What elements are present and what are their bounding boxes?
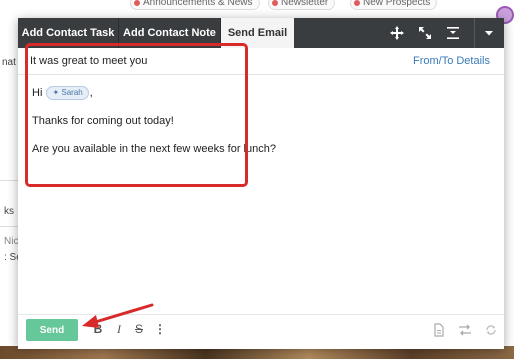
greeting-suffix: , [89,87,93,99]
collapse-icon[interactable] [445,25,461,41]
tab-add-contact-task[interactable]: Add Contact Task [18,18,119,48]
bold-button[interactable]: B [92,322,104,336]
body-line-thanks: Thanks for coming out today! [32,115,174,127]
chevron-down-icon[interactable] [481,25,497,41]
bg-fragment: nat [2,57,16,68]
bg-chip-new-prospects: New Prospects [350,0,438,10]
more-options-icon[interactable]: ⋮ [154,322,166,336]
italic-button[interactable]: I [113,322,125,337]
subject-input[interactable] [30,53,330,69]
bg-fragment: ks [4,206,14,217]
tab-bar: Add Contact Task Add Contact Note Send E… [18,18,504,48]
editor-footer: Send B I S ⋮ [18,314,504,349]
bg-chip-newsletter: Newsletter [268,0,336,10]
email-body[interactable]: Hi ✦ Sarah, Thanks for coming out today!… [32,86,452,156]
swap-icon[interactable] [458,323,472,337]
from-to-details-link[interactable]: From/To Details [413,55,490,67]
bg-divider [0,180,18,181]
refresh-icon[interactable] [484,323,498,337]
greeting-line: Hi ✦ Sarah, [32,86,452,101]
greeting-text: Hi [32,87,43,99]
merge-tag-label: Sarah [61,88,83,98]
bg-divider [0,226,18,227]
tab-add-contact-note[interactable]: Add Contact Note [119,18,221,48]
menu-separator [474,18,475,48]
move-icon[interactable] [389,25,405,41]
send-button[interactable]: Send [26,319,78,341]
bg-fragment: Nic [4,236,19,247]
expand-icon[interactable] [417,25,433,41]
subject-row: From/To Details [18,48,504,75]
merge-tag-first-name[interactable]: ✦ Sarah [46,86,89,101]
strikethrough-button[interactable]: S [133,322,145,336]
template-icon[interactable] [432,323,446,337]
tab-send-email[interactable]: Send Email [221,18,294,48]
bg-chip-announcements: Announcements & News [130,0,260,10]
body-line-question: Are you available in the next few weeks … [32,143,276,155]
send-email-modal: Add Contact Task Add Contact Note Send E… [18,18,504,349]
